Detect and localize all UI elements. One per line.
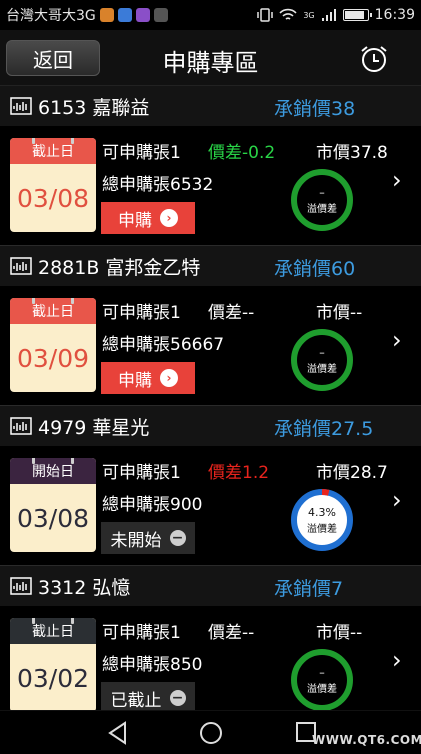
chart-icon: [10, 417, 32, 435]
market-price: 市價--: [316, 623, 363, 643]
clock: 16:39: [374, 7, 415, 23]
price-spread: 價差-0.2: [208, 143, 276, 163]
not-started-button[interactable]: 未開始 −: [101, 522, 195, 554]
apply-label: 申購: [118, 210, 152, 231]
premium-label: 溢價差: [307, 523, 337, 535]
available-lots: 可申購張1: [102, 303, 181, 323]
premium-label: 溢價差: [307, 203, 337, 215]
chevron-right-icon[interactable]: ›: [392, 646, 402, 674]
calendar-label: 截止日: [10, 138, 96, 164]
system-nav-bar: [0, 710, 421, 754]
notification-app-icon: [99, 8, 114, 22]
list-item[interactable]: 2881B 富邦金乙特 承銷價60 截止日 03/09 可申購張1 價差-- 市…: [0, 246, 421, 406]
market-price: 市價37.8: [316, 143, 388, 163]
item-header: 4979 華星光 承銷價27.5: [0, 406, 421, 446]
item-header: 2881B 富邦金乙特 承銷價60: [0, 246, 421, 286]
status-bar: 台灣大哥大3G 3G 16:39: [0, 0, 421, 30]
chevron-right-icon[interactable]: ›: [392, 326, 402, 354]
page-title: 申購專區: [162, 49, 259, 77]
vibrate-icon: [257, 8, 274, 22]
app-header: 返回 申購專區: [0, 30, 421, 86]
underwriting-price: 承銷價60: [274, 258, 356, 280]
date-calendar: 截止日 03/02: [10, 618, 96, 710]
list-item[interactable]: 6153 嘉聯益 承銷價38 截止日 03/08 可申購張1 價差-0.2 市價…: [0, 86, 421, 246]
calendar-date: 03/08: [16, 503, 90, 533]
premium-percent: –: [319, 345, 325, 359]
apply-button[interactable]: 申購 ›: [101, 362, 195, 394]
premium-label: 溢價差: [307, 363, 337, 375]
calendar-date: 03/02: [16, 663, 90, 693]
minus-icon: −: [169, 690, 186, 706]
premium-percent: –: [319, 185, 325, 199]
chevron-right-icon: ›: [160, 369, 178, 387]
underwriting-price: 承銷價7: [274, 578, 344, 600]
status-label: 未開始: [110, 530, 162, 551]
ipo-list: 6153 嘉聯益 承銷價38 截止日 03/08 可申購張1 價差-0.2 市價…: [0, 86, 421, 710]
date-calendar: 開始日 03/08: [10, 458, 96, 552]
available-lots: 可申購張1: [102, 623, 181, 643]
underwriting-price: 承銷價38: [274, 98, 356, 120]
stock-name: 3312 弘憶: [38, 576, 131, 599]
market-price: 市價--: [316, 303, 363, 323]
wifi-icon: [279, 8, 297, 20]
list-item[interactable]: 4979 華星光 承銷價27.5 開始日 03/08 可申購張1 價差1.2 市…: [0, 406, 421, 566]
chart-icon: [10, 577, 32, 595]
calendar-date: 03/09: [16, 343, 90, 373]
apply-label: 申購: [118, 370, 152, 391]
chevron-right-icon[interactable]: ›: [392, 166, 402, 194]
available-lots: 可申購張1: [102, 143, 181, 163]
calendar-label: 截止日: [10, 298, 96, 324]
message-app-icon: [117, 8, 132, 22]
apply-button[interactable]: 申購 ›: [101, 202, 195, 234]
stock-name: 6153 嘉聯益: [38, 96, 150, 119]
calendar-label: 截止日: [10, 618, 96, 644]
calendar-date: 03/08: [16, 183, 90, 213]
signal-icon: [321, 9, 336, 21]
premium-percent: –: [319, 665, 325, 679]
premium-label: 溢價差: [307, 683, 337, 695]
calendar-label: 開始日: [10, 458, 96, 484]
total-applied-lots: 總申購張850: [102, 655, 203, 675]
total-applied-lots: 總申購張6532: [102, 175, 214, 195]
back-triangle-icon[interactable]: [107, 721, 129, 745]
total-applied-lots: 總申購張56667: [102, 335, 225, 355]
chevron-right-icon: ›: [160, 209, 178, 227]
underwriting-price: 承銷價27.5: [274, 418, 374, 440]
item-header: 3312 弘憶 承銷價7: [0, 566, 421, 606]
date-calendar: 截止日 03/09: [10, 298, 96, 392]
chart-icon: [10, 257, 32, 275]
minus-icon: −: [169, 530, 186, 546]
price-spread: 價差--: [208, 303, 255, 323]
closed-button[interactable]: 已截止 −: [101, 682, 195, 710]
home-circle-icon[interactable]: [198, 720, 224, 746]
gallery-app-icon: [135, 8, 150, 22]
date-calendar: 截止日 03/08: [10, 138, 96, 232]
watermark: WWW.QT6.COM: [312, 733, 421, 747]
battery-icon: [342, 9, 372, 21]
carrier-label: 台灣大哥大3G: [6, 8, 96, 24]
market-price: 市價28.7: [316, 463, 388, 483]
price-spread: 價差1.2: [208, 463, 270, 483]
total-applied-lots: 總申購張900: [102, 495, 203, 515]
photo-app-icon: [153, 8, 168, 22]
price-spread: 價差--: [208, 623, 255, 643]
chevron-right-icon[interactable]: ›: [392, 486, 402, 514]
stock-name: 4979 華星光: [38, 416, 150, 439]
available-lots: 可申購張1: [102, 463, 181, 483]
stock-name: 2881B 富邦金乙特: [38, 256, 201, 279]
status-label: 已截止: [110, 690, 162, 711]
item-header: 6153 嘉聯益 承銷價38: [0, 86, 421, 126]
premium-percent: 4.3%: [308, 505, 336, 519]
list-item[interactable]: 3312 弘憶 承銷價7 截止日 03/02 可申購張1 價差-- 市價-- 總…: [0, 566, 421, 710]
chart-icon: [10, 97, 32, 115]
alarm-clock-icon[interactable]: [359, 44, 389, 74]
network-type-label: 3G: [303, 10, 315, 20]
